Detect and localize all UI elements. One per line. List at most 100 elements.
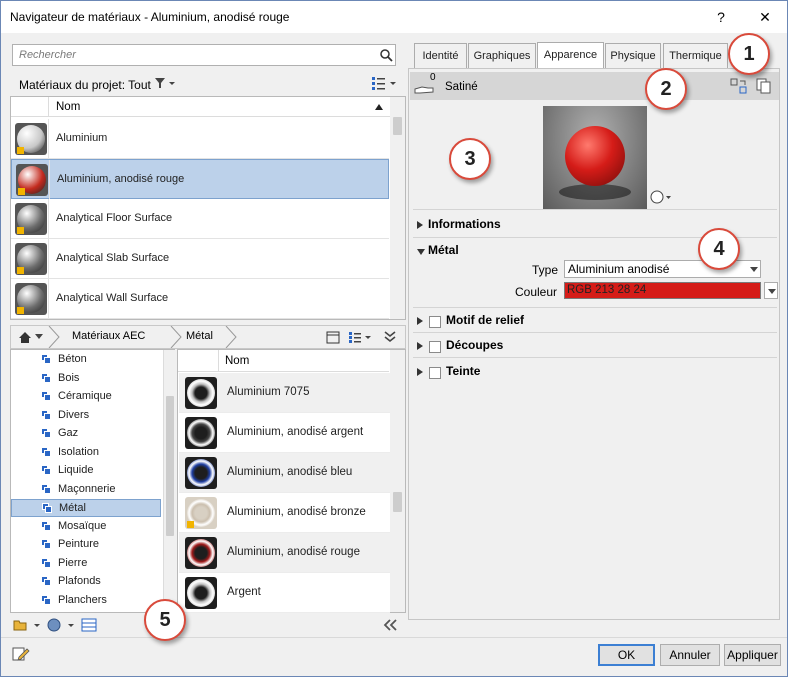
section-tint[interactable]: Teinte: [413, 364, 777, 382]
section-relief[interactable]: Motif de relief: [413, 313, 777, 331]
material-name: Argent: [227, 586, 261, 598]
close-button[interactable]: ✕: [754, 7, 776, 27]
list-view-icon[interactable]: [348, 331, 372, 344]
tree-item[interactable]: Céramique: [11, 388, 161, 406]
tree-item[interactable]: Pierre: [11, 555, 161, 573]
tree-item[interactable]: Liquide: [11, 462, 161, 480]
cutouts-checkbox[interactable]: [429, 341, 441, 353]
expand-icon[interactable]: [417, 317, 423, 325]
section-label: Découpes: [446, 338, 504, 352]
tree-item-label: Maçonnerie: [58, 482, 116, 495]
breadcrumb-item[interactable]: Matériaux AEC: [72, 330, 145, 342]
scrollbar-thumb[interactable]: [166, 396, 174, 536]
category-icon: [41, 446, 52, 458]
tree-item[interactable]: Maçonnerie: [11, 481, 161, 499]
expand-icon[interactable]: [417, 368, 423, 376]
replace-asset-icon[interactable]: [730, 78, 748, 94]
material-thumbnail: [185, 457, 217, 489]
color-label: Couleur: [515, 285, 558, 299]
column-header-name[interactable]: Nom: [56, 101, 80, 113]
material-browser-window: Navigateur de matériaux - Aluminium, ano…: [0, 0, 788, 677]
tint-checkbox[interactable]: [429, 367, 441, 379]
chevron-down-icon[interactable]: [35, 334, 43, 340]
library-tree: Béton Bois Céramique Divers Gaz Isolation Liqu…: [10, 349, 176, 613]
help-button[interactable]: ?: [710, 7, 732, 27]
tab[interactable]: Thermique: [663, 43, 728, 68]
material-name: Analytical Slab Surface: [56, 252, 170, 264]
category-icon: [41, 428, 52, 439]
library-material-row[interactable]: Aluminium, anodisé argent: [179, 413, 390, 453]
collapse-icon[interactable]: [417, 249, 425, 255]
section-cutouts[interactable]: Découpes: [413, 338, 777, 356]
category-icon: [41, 465, 52, 476]
tree-item-label: Bois: [58, 371, 80, 384]
home-icon[interactable]: [18, 331, 32, 344]
library-material-row[interactable]: Aluminium, anodisé bronze: [179, 493, 390, 533]
view-options-icon[interactable]: [371, 76, 397, 90]
tree-scrollbar[interactable]: [163, 350, 176, 612]
tree-item[interactable]: Bois: [11, 370, 161, 388]
tree-item[interactable]: Béton: [11, 351, 161, 369]
callout-marker: 4: [698, 228, 740, 270]
material-name: Aluminium, anodisé bronze: [227, 506, 366, 518]
tab[interactable]: Graphiques: [468, 43, 536, 68]
tree-item[interactable]: Mosaïque: [11, 518, 161, 536]
project-material-row[interactable]: Analytical Wall Surface: [11, 279, 389, 319]
expand-icon[interactable]: [417, 342, 423, 350]
tree-item[interactable]: Divers: [11, 407, 161, 425]
tree-item[interactable]: Isolation: [11, 444, 161, 462]
category-icon: [41, 576, 52, 587]
collapse-double-chevron-icon[interactable]: [384, 330, 396, 344]
scrollbar-thumb[interactable]: [393, 492, 402, 512]
tree-item[interactable]: Planchers: [11, 592, 161, 610]
filter-icon[interactable]: [154, 77, 176, 89]
tree-item[interactable]: Métal: [11, 499, 161, 517]
color-options-button[interactable]: [764, 282, 778, 299]
search-icon[interactable]: [379, 48, 393, 62]
tab[interactable]: Apparence: [537, 42, 604, 68]
project-list-scrollbar[interactable]: [390, 97, 405, 319]
tree-item-label: Béton: [58, 353, 87, 365]
breadcrumb-item[interactable]: Métal: [186, 330, 213, 342]
color-swatch[interactable]: RGB 213 28 24: [564, 282, 761, 299]
tree-item-label: Peinture: [58, 538, 99, 550]
library-list-scrollbar[interactable]: [390, 350, 405, 612]
material-preview: [543, 106, 647, 210]
library-material-row[interactable]: Aluminium 7075: [179, 373, 390, 413]
column-header-name[interactable]: Nom: [225, 355, 249, 367]
apply-button[interactable]: Appliquer: [724, 644, 781, 666]
tab[interactable]: Physique: [605, 43, 661, 68]
library-material-row[interactable]: Aluminium, anodisé bleu: [179, 453, 390, 493]
ok-button[interactable]: OK: [598, 644, 655, 666]
search-input[interactable]: Rechercher: [12, 44, 396, 66]
project-material-row[interactable]: Analytical Slab Surface: [11, 239, 389, 279]
project-material-row[interactable]: Aluminium, anodisé rouge: [11, 159, 389, 200]
project-material-row[interactable]: Aluminium: [11, 119, 389, 159]
duplicate-asset-icon[interactable]: [756, 78, 772, 94]
preview-options-icon[interactable]: [649, 189, 673, 205]
asset-browser-icon[interactable]: [81, 618, 97, 632]
new-library-icon[interactable]: [13, 618, 43, 632]
scrollbar-thumb[interactable]: [393, 117, 402, 135]
material-name: Analytical Floor Surface: [56, 212, 173, 224]
tree-item[interactable]: Plafonds: [11, 573, 161, 591]
create-material-icon[interactable]: [47, 618, 77, 632]
relief-checkbox[interactable]: [429, 316, 441, 328]
callout-marker: 1: [728, 33, 770, 75]
edit-icon[interactable]: [12, 646, 30, 662]
project-material-row[interactable]: Analytical Floor Surface: [11, 199, 389, 239]
material-thumbnail: [16, 164, 48, 196]
tab[interactable]: Identité: [414, 43, 467, 68]
tree-item-label: Liquide: [58, 464, 94, 476]
tree-item-label: Céramique: [58, 390, 112, 402]
collapse-left-icon[interactable]: [382, 619, 398, 631]
search-placeholder: Rechercher: [19, 49, 76, 61]
tree-item[interactable]: Peinture: [11, 536, 161, 554]
tree-item-label: Plafonds: [58, 575, 101, 587]
library-material-row[interactable]: Aluminium, anodisé rouge: [179, 533, 390, 573]
library-material-row[interactable]: Argent: [179, 573, 390, 613]
tree-item[interactable]: Gaz: [11, 425, 161, 443]
cancel-button[interactable]: Annuler: [660, 644, 720, 666]
panel-toggle-icon[interactable]: [326, 331, 340, 344]
expand-icon[interactable]: [417, 221, 423, 229]
